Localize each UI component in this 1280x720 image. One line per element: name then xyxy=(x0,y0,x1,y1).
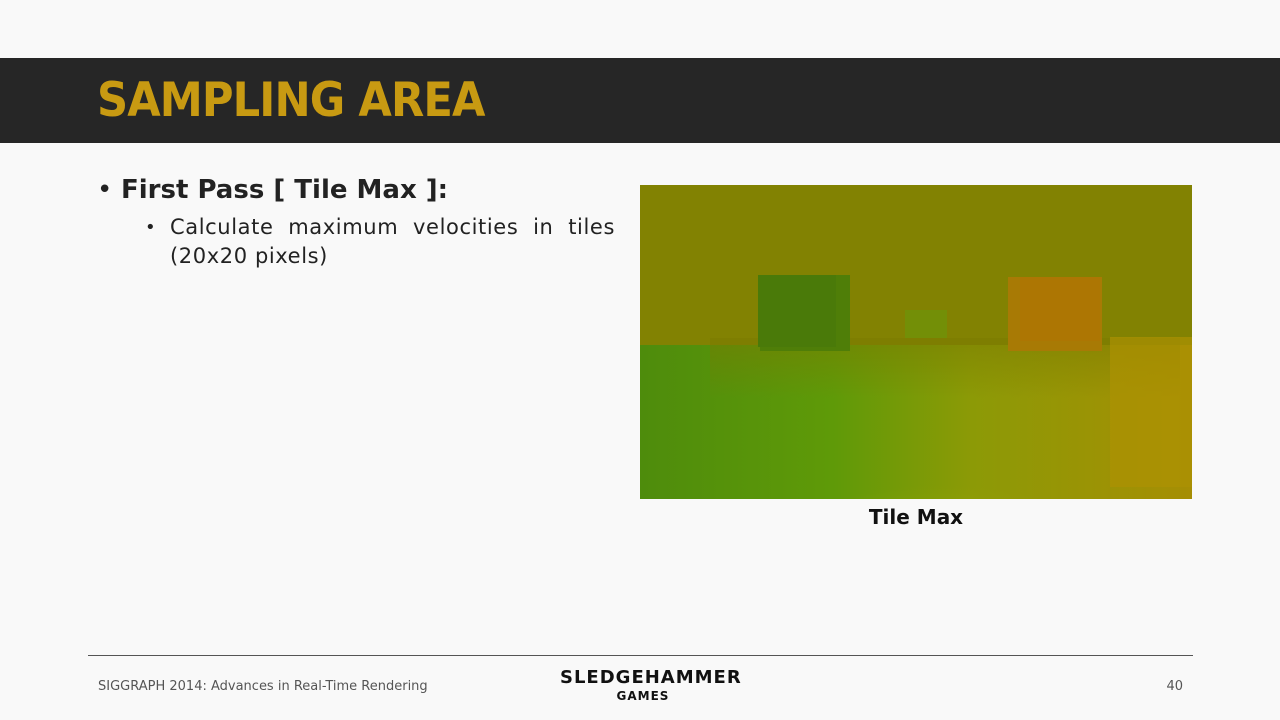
footer-divider xyxy=(88,655,1193,656)
logo-line2: GAMES xyxy=(616,689,670,703)
sledgehammer-logo: SLEDGEHAMMER GAMES xyxy=(560,667,742,703)
figure-caption: Tile Max xyxy=(868,505,964,529)
bullet-calculate-text: Calculate maximum velocities in tiles (2… xyxy=(170,215,615,268)
bullet-dot: • xyxy=(97,175,113,205)
logo-line1: SLEDGEHAMMER xyxy=(560,667,742,688)
footer-conference: SIGGRAPH 2014: Advances in Real-Time Ren… xyxy=(98,679,428,694)
bullet-first-pass-text: First Pass [ Tile Max ]: xyxy=(121,175,449,205)
slide-title: SAMPLING AREA xyxy=(97,73,485,128)
page-number: 40 xyxy=(1166,679,1183,694)
tile-max-image xyxy=(640,185,1192,499)
bullet-first-pass: • First Pass [ Tile Max ]: xyxy=(97,173,448,207)
bullet-dot: • xyxy=(145,217,156,238)
bullet-calculate: • Calculate maximum velocities in tiles … xyxy=(145,213,615,271)
